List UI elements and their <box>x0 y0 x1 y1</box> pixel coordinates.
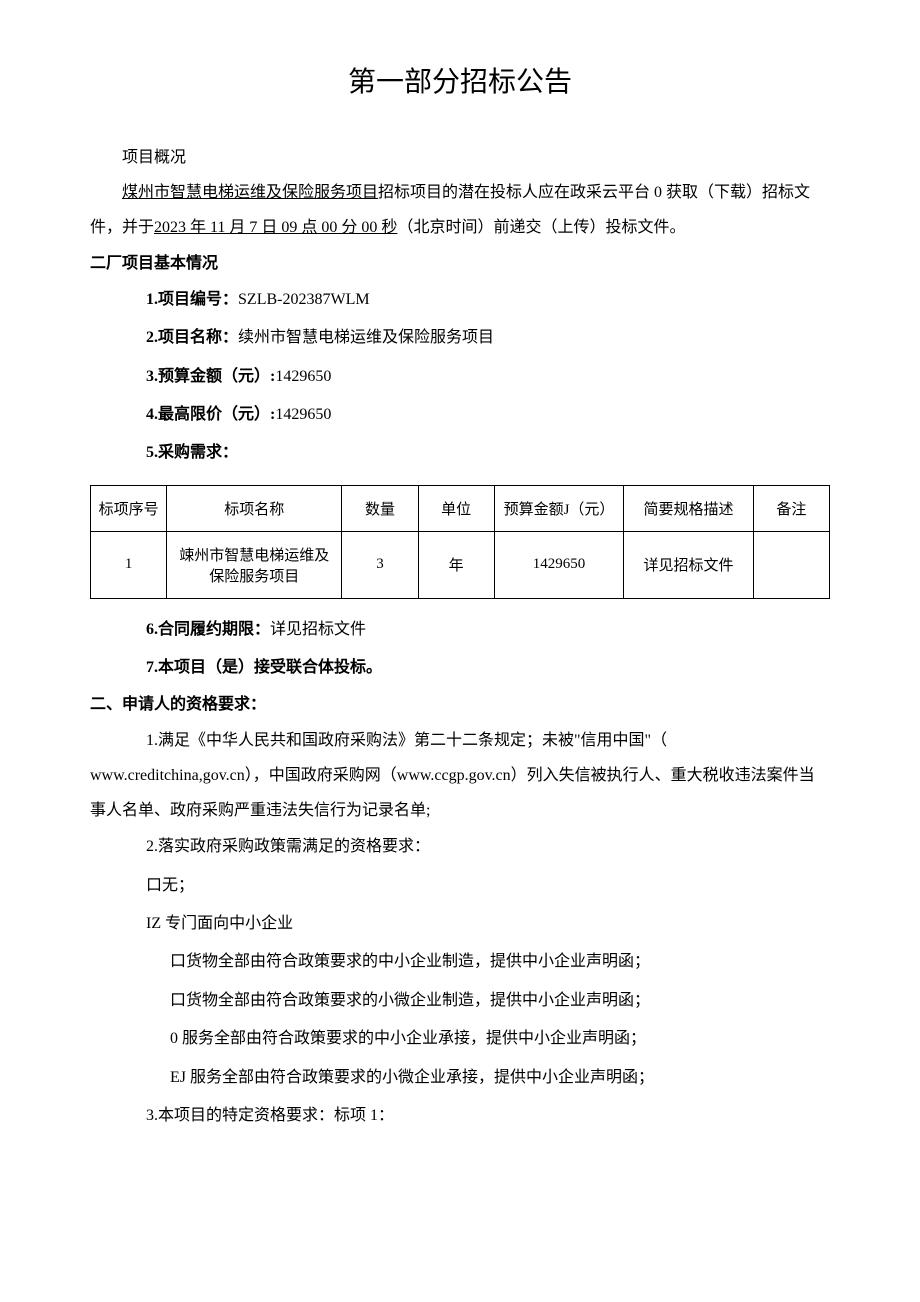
item-consortium: 7.本项目（是）接受联合体投标。 <box>90 649 830 687</box>
item-7-label: 7.本项目（是）接受联合体投标。 <box>146 659 382 676</box>
overview-date-underline: 2023 年 11 月 7 日 09 点 00 分 00 秒 <box>154 219 397 236</box>
qual-2-opt-none: 口无； <box>90 867 830 905</box>
table-row: 1 竦州市智慧电梯运维及保险服务项目 3 年 1429650 详见招标文件 <box>91 531 830 598</box>
td-remark <box>753 531 829 598</box>
requirements-table: 标项序号 标项名称 数量 单位 预算金额J（元） 简要规格描述 备注 1 竦州市… <box>90 485 830 599</box>
qual-2-sub-3: 0 服务全部由符合政策要求的中小企业承接，提供中小企业声明函； <box>90 1020 830 1058</box>
table-header-row: 标项序号 标项名称 数量 单位 预算金额J（元） 简要规格描述 备注 <box>91 485 830 531</box>
item-1-value: SZLB-202387WLM <box>238 291 370 308</box>
item-3-value: 1429650 <box>275 368 331 385</box>
td-spec: 详见招标文件 <box>624 531 754 598</box>
qual-2: 2.落实政府采购政策需满足的资格要求： <box>90 828 830 866</box>
item-5-label: 5.采购需求： <box>146 444 238 461</box>
overview-text-2: （北京时间）前递交（上传）投标文件。 <box>397 219 685 236</box>
th-budget: 预算金额J（元） <box>494 485 624 531</box>
qual-2-sub-1: 口货物全部由符合政策要求的中小企业制造，提供中小企业声明函； <box>90 943 830 981</box>
section-2-heading: 二、申请人的资格要求： <box>90 687 830 722</box>
item-budget: 3.预算金额（元）:1429650 <box>90 358 830 396</box>
qual-1-line-a: 1.满足《中华人民共和国政府采购法》第二十二条规定；未被"信用中国"（ <box>90 723 830 758</box>
item-contract-period: 6.合同履约期限：详见招标文件 <box>90 611 830 649</box>
overview-project-underline: 煤州市智慧电梯运维及保险服务项目 <box>122 184 378 201</box>
qual-1-line-b: www.creditchina,gov.cn），中国政府采购网（www.ccgp… <box>90 758 830 828</box>
item-project-number: 1.项目编号：SZLB-202387WLM <box>90 281 830 319</box>
th-seq: 标项序号 <box>91 485 167 531</box>
item-1-label: 1.项目编号： <box>146 291 238 308</box>
th-remark: 备注 <box>753 485 829 531</box>
overview-label: 项目概况 <box>90 140 830 175</box>
th-spec: 简要规格描述 <box>624 485 754 531</box>
th-qty: 数量 <box>342 485 418 531</box>
qual-2-sub-4: EJ 服务全部由符合政策要求的小微企业承接，提供中小企业声明函； <box>90 1059 830 1097</box>
td-seq: 1 <box>91 531 167 598</box>
td-name: 竦州市智慧电梯运维及保险服务项目 <box>167 531 342 598</box>
qual-3: 3.本项目的特定资格要求：标项 1： <box>90 1097 830 1135</box>
document-title: 第一部分招标公告 <box>90 60 830 100</box>
td-budget: 1429650 <box>494 531 624 598</box>
item-6-label: 6.合同履约期限： <box>146 621 270 638</box>
td-qty: 3 <box>342 531 418 598</box>
item-purchase-req: 5.采购需求： <box>90 434 830 472</box>
section-1-heading: 二厂项目基本情况 <box>90 246 830 281</box>
item-2-value: 续州市智慧电梯运维及保险服务项目 <box>238 329 494 346</box>
th-unit: 单位 <box>418 485 494 531</box>
item-2-label: 2.项目名称： <box>146 329 238 346</box>
item-6-value: 详见招标文件 <box>270 621 366 638</box>
item-project-name: 2.项目名称：续州市智慧电梯运维及保险服务项目 <box>90 319 830 357</box>
qual-2-opt-sme: IZ 专门面向中小企业 <box>90 905 830 943</box>
item-4-value: 1429650 <box>275 406 331 423</box>
qual-2-sub-2: 口货物全部由符合政策要求的小微企业制造，提供中小企业声明函； <box>90 982 830 1020</box>
overview-paragraph: 煤州市智慧电梯运维及保险服务项目招标项目的潜在投标人应在政采云平台 0 获取（下… <box>90 175 830 245</box>
item-4-label: 4.最高限价（元）: <box>146 406 275 423</box>
th-name: 标项名称 <box>167 485 342 531</box>
item-max-price: 4.最高限价（元）:1429650 <box>90 396 830 434</box>
item-3-label: 3.预算金额（元）: <box>146 368 275 385</box>
td-unit: 年 <box>418 531 494 598</box>
